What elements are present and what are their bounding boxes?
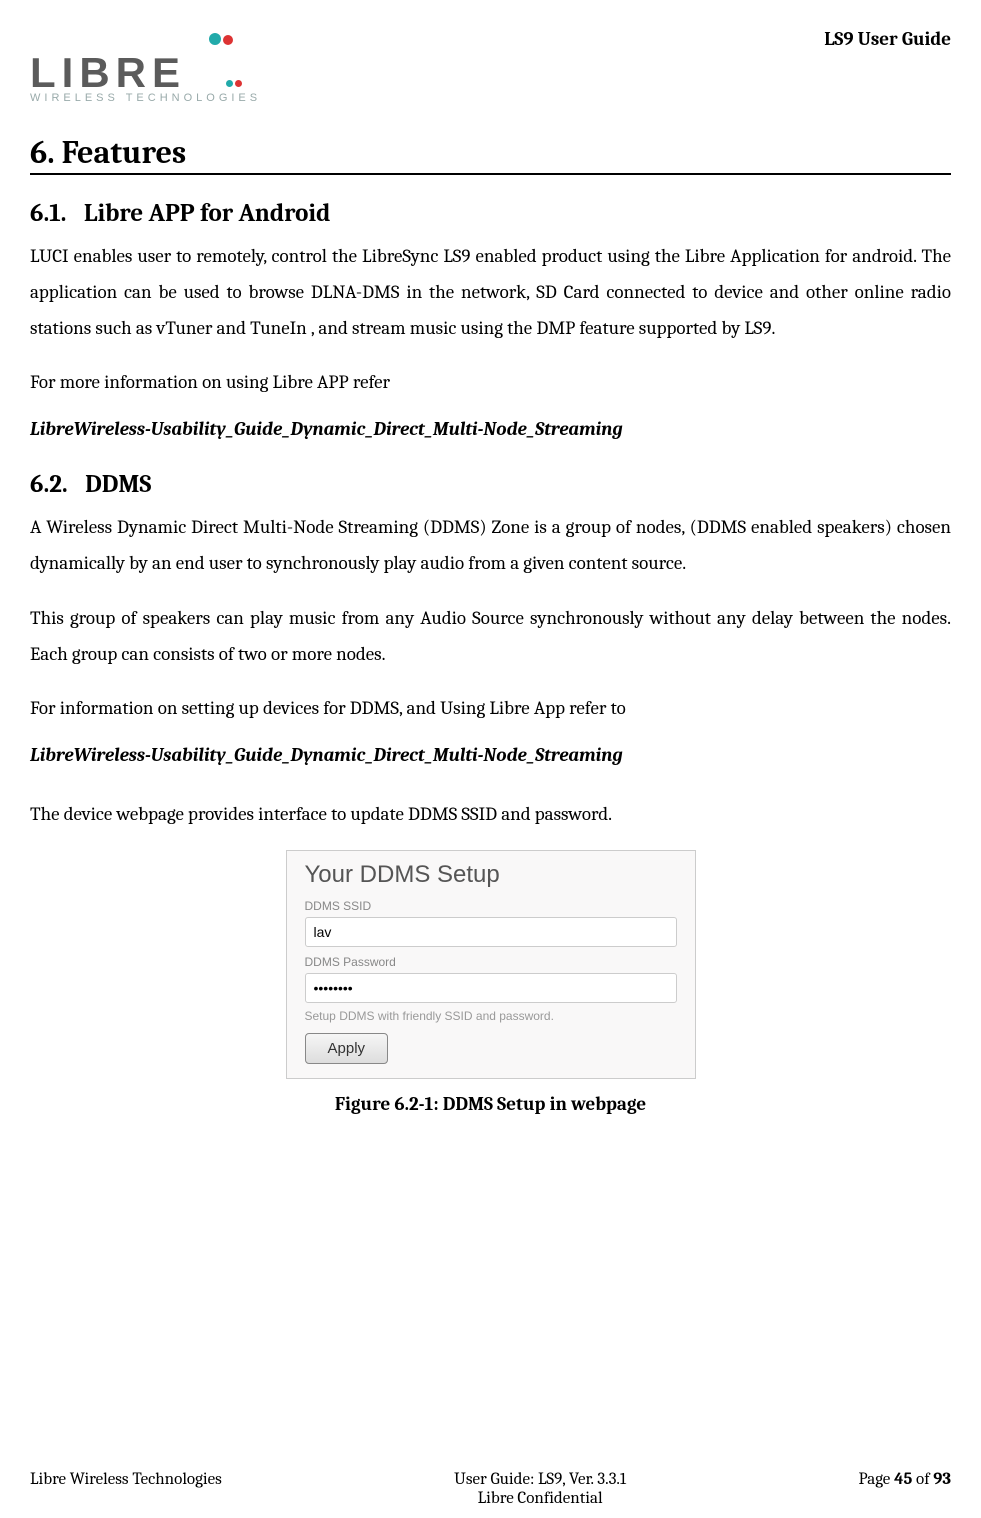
page-header: LIBRE WIRELESS TECHNOLOGIES LS9 User Gui… [30, 0, 951, 114]
page-footer: Libre Wireless Technologies User Guide: … [30, 1470, 951, 1508]
heading-6: 6. Features [30, 134, 951, 175]
page-of: of [912, 1470, 933, 1489]
paragraph: For information on setting up devices fo… [30, 690, 951, 726]
reference: LibreWireless-Usability_Guide_Dynamic_Di… [30, 418, 951, 440]
subheading-title: Libre APP for Android [84, 199, 330, 228]
paragraph: For more information on using Libre APP … [30, 364, 951, 400]
heading-title: Features [62, 134, 187, 171]
subheading-number: 6.2. [30, 470, 68, 499]
ddms-setup-panel: Your DDMS Setup DDMS SSID DDMS Password … [286, 850, 696, 1079]
footer-confidential: Libre Confidential [478, 1489, 603, 1508]
paragraph: This group of speakers can play music fr… [30, 600, 951, 672]
subheading-number: 6.1. [30, 199, 66, 228]
heading-6-1: 6.1. Libre APP for Android [30, 199, 951, 228]
footer-center: User Guide: LS9, Ver. 3.3.1 Libre Confid… [222, 1470, 859, 1508]
page-number: 45 [894, 1470, 912, 1489]
figure-6-2-1: Your DDMS Setup DDMS SSID DDMS Password … [30, 850, 951, 1079]
ssid-label: DDMS SSID [305, 899, 677, 913]
panel-title: Your DDMS Setup [305, 861, 677, 889]
ssid-input[interactable] [305, 917, 677, 947]
figure-caption: Figure 6.2-1: DDMS Setup in webpage [30, 1093, 951, 1115]
reference: LibreWireless-Usability_Guide_Dynamic_Di… [30, 744, 951, 766]
paragraph: A Wireless Dynamic Direct Multi-Node Str… [30, 509, 951, 581]
footer-center-text: User Guide: LS9, Ver. 3.3.1 [454, 1470, 626, 1489]
logo-subtext: WIRELESS TECHNOLOGIES [30, 92, 261, 104]
footer-left: Libre Wireless Technologies [30, 1470, 222, 1508]
password-input[interactable] [305, 973, 677, 1003]
subheading-title: DDMS [85, 470, 151, 499]
logo: LIBRE WIRELESS TECHNOLOGIES [30, 10, 261, 104]
document-title: LS9 User Guide [824, 10, 951, 50]
heading-number: 6. [30, 134, 55, 171]
page-prefix: Page [858, 1470, 894, 1489]
footer-page: Page 45 of 93 [858, 1470, 951, 1508]
paragraph: LUCI enables user to remotely, control t… [30, 238, 951, 346]
heading-6-2: 6.2. DDMS [30, 470, 951, 499]
page-total: 93 [933, 1470, 951, 1489]
password-label: DDMS Password [305, 955, 677, 969]
paragraph: The device webpage provides interface to… [30, 796, 951, 832]
logo-text: LIBRE [30, 49, 186, 96]
logo-dots-icon [208, 10, 243, 94]
help-text: Setup DDMS with friendly SSID and passwo… [305, 1009, 677, 1023]
apply-button[interactable]: Apply [305, 1033, 389, 1064]
